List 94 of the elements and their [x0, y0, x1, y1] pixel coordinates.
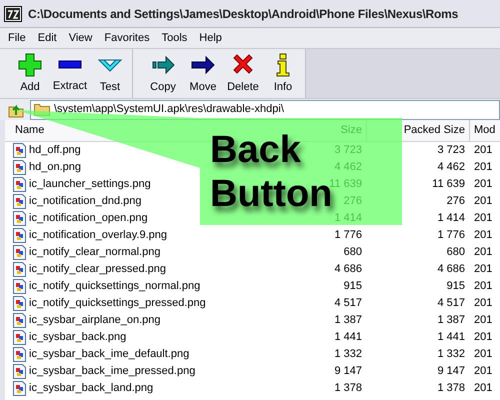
packed-size-cell-text: 9 147 — [437, 364, 465, 380]
modified-cell-text: 201 — [473, 160, 492, 176]
packed-size-cell-text: 3 723 — [437, 143, 465, 158]
size-cell-text: 680 — [344, 245, 362, 260]
image-file-icon — [13, 160, 26, 175]
toolbar-button[interactable]: Info — [264, 49, 302, 98]
size-cell-text: 3 723 — [334, 143, 362, 158]
packed-size-cell-text: 1 776 — [437, 228, 465, 244]
packed-size-cell-text: 1 441 — [437, 330, 465, 346]
menu-item[interactable]: File — [2, 30, 32, 46]
file-name[interactable]: ic_sysbar_back_ime_default.png — [29, 346, 190, 363]
modified-cell-text: 201 — [473, 313, 492, 328]
image-file-icon — [13, 296, 26, 311]
file-name[interactable]: ic_notification_open.png — [29, 210, 148, 227]
image-file-icon — [13, 245, 26, 260]
packed-size-cell-text: 680 — [446, 245, 465, 260]
menu-item[interactable]: Tools — [156, 30, 194, 46]
file-name[interactable]: ic_notify_clear_normal.png — [29, 244, 160, 261]
image-file-icon — [13, 364, 26, 379]
size-cell-text: 1 378 — [334, 381, 362, 396]
menu-item[interactable]: Help — [193, 30, 228, 46]
size-cell-text: 4 686 — [334, 262, 362, 278]
file-name[interactable]: ic_notification_dnd.png — [29, 193, 142, 210]
file-name[interactable]: ic_notification_overlay.9.png — [29, 227, 167, 244]
menu-item[interactable]: Edit — [32, 30, 63, 46]
size-cell-text: 4 462 — [334, 160, 362, 176]
file-name[interactable]: ic_notify_quicksettings_normal.png — [29, 278, 200, 295]
image-file-icon — [13, 279, 26, 294]
packed-size-cell-text: 11 639 — [432, 177, 465, 192]
modified-cell-text: 201 — [473, 262, 492, 278]
file-name[interactable]: hd_off.png — [29, 142, 81, 159]
file-name[interactable]: ic_sysbar_back_ime_pressed.png — [29, 363, 196, 380]
image-file-icon — [13, 177, 26, 192]
toolbar-button[interactable]: Delete — [224, 49, 262, 98]
modified-cell-text: 201 — [473, 364, 492, 380]
modified-cell-text: 201 — [473, 296, 492, 312]
size-cell-text: 1 332 — [334, 347, 362, 362]
plus-icon — [17, 52, 43, 78]
toolbar-button[interactable]: Test — [91, 49, 129, 98]
size-cell-text: 276 — [344, 194, 362, 210]
modified-cell-text: 201 — [473, 143, 492, 158]
packed-size-cell-text: 1 387 — [437, 313, 465, 328]
modified-cell-text: 201 — [473, 228, 492, 244]
image-file-icon — [13, 330, 26, 345]
packed-size-cell-text: 4 462 — [437, 160, 465, 176]
size-cell-text: 915 — [344, 279, 362, 294]
packed-size-cell-text: 4 686 — [437, 262, 465, 278]
modified-cell-text: 201 — [473, 245, 492, 260]
image-file-icon — [13, 211, 26, 226]
modified-cell-text: 201 — [473, 194, 492, 210]
size-cell-text: 1 387 — [334, 313, 362, 328]
size-cell-text: 1 414 — [334, 211, 362, 226]
modified-cell-text: 201 — [473, 381, 492, 396]
toolbar-button[interactable]: Copy — [144, 49, 182, 98]
packed-size-cell-text: 915 — [446, 279, 465, 294]
toolbar-button[interactable]: Move — [184, 49, 222, 98]
size-cell-text: 11 639 — [329, 177, 362, 190]
size-cell-text: 1 441 — [334, 330, 362, 346]
minus-icon — [58, 60, 82, 70]
modified-cell-text: 201 — [473, 177, 492, 192]
toolbar-button[interactable]: Extract — [51, 49, 89, 98]
file-name[interactable]: hd_on.png — [29, 159, 81, 176]
size-cell-text: 9 147 — [334, 364, 362, 380]
modified-cell-text: 201 — [473, 279, 492, 294]
packed-size-cell-text: 1 332 — [437, 347, 465, 362]
size-cell-text: 1 776 — [334, 228, 362, 244]
modified-cell-text: 201 — [473, 347, 492, 362]
column-header[interactable]: Mod — [474, 122, 496, 139]
image-file-icon — [13, 347, 26, 362]
menu-item[interactable]: Favorites — [98, 30, 156, 46]
image-file-icon — [13, 313, 26, 328]
file-name[interactable]: ic_notify_clear_pressed.png — [29, 261, 166, 278]
file-name[interactable]: ic_sysbar_back_land.png — [29, 380, 154, 397]
menu-item[interactable]: View — [62, 30, 98, 46]
modified-cell-text: 201 — [473, 330, 492, 346]
modified-cell-text: 201 — [473, 211, 492, 226]
file-name[interactable]: ic_notify_quicksettings_pressed.png — [29, 295, 206, 312]
window-title: C:\Documents and Settings\James\Desktop\Android\Phone Files\Nexus\Roms — [28, 6, 458, 22]
file-name[interactable]: ic_sysbar_back.png — [29, 329, 126, 346]
image-file-icon — [13, 262, 26, 277]
size-cell-text: 4 517 — [334, 296, 362, 312]
packed-size-cell-text: 4 517 — [437, 296, 465, 312]
packed-size-cell-text: 1 414 — [437, 211, 465, 226]
image-file-icon — [13, 194, 26, 209]
toolbar-button[interactable]: Add — [11, 49, 49, 98]
app-logo-icon — [4, 6, 22, 22]
image-file-icon — [13, 228, 26, 243]
image-file-icon — [13, 381, 26, 396]
file-name[interactable]: ic_sysbar_airplane_on.png — [29, 312, 160, 329]
file-name[interactable]: ic_launcher_settings.png — [29, 176, 151, 193]
column-header[interactable]: Name — [15, 122, 44, 139]
packed-size-cell-text: 276 — [446, 194, 465, 210]
packed-size-cell-text: 1 378 — [437, 381, 465, 396]
column-header[interactable]: Packed Size — [404, 122, 465, 139]
